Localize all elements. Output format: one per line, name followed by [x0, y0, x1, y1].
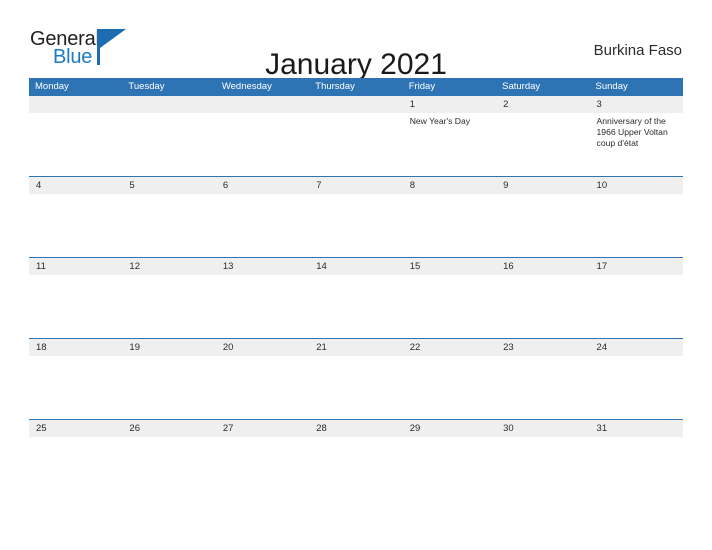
region-label: Burkina Faso: [593, 42, 682, 59]
day-number-8[interactable]: 8: [403, 177, 496, 194]
blue-flag-triangle-icon: [100, 29, 126, 48]
day-number-9[interactable]: 9: [496, 177, 589, 194]
day-number-empty: [122, 96, 215, 113]
day-event-empty: [590, 356, 683, 418]
day-event-empty: [216, 275, 309, 337]
calendar-week-row: 25 26 27 28 29 30 31: [29, 419, 683, 500]
day-event-empty: [216, 194, 309, 256]
day-number-12[interactable]: 12: [122, 258, 215, 275]
date-number-strip: 4 5 6 7 8 9 10: [29, 177, 683, 194]
day-number-31[interactable]: 31: [590, 420, 683, 437]
day-number-6[interactable]: 6: [216, 177, 309, 194]
weekday-header-row: Monday Tuesday Wednesday Thursday Friday Satu…: [29, 78, 683, 96]
day-event-empty: [122, 275, 215, 337]
day-event-empty: [122, 437, 215, 499]
day-event-empty: [496, 275, 589, 337]
day-event-empty: [496, 437, 589, 499]
day-event-empty: [29, 437, 122, 499]
date-number-strip: 18 19 20 21 22 23 24: [29, 339, 683, 356]
day-event-empty: [403, 437, 496, 499]
calendar-week-row: 1 2 3 New Year's Day Anniversary of the 1966…: [29, 96, 683, 176]
calendar-grid: Monday Tuesday Wednesday Thursday Friday Satu…: [29, 78, 683, 500]
day-event-empty: [216, 437, 309, 499]
day-event-empty: [309, 194, 402, 256]
day-number-5[interactable]: 5: [122, 177, 215, 194]
date-number-strip: 123: [29, 96, 683, 113]
weekday-header-friday: Friday: [408, 81, 436, 92]
day-event-empty: [122, 113, 215, 175]
day-number-empty: [309, 96, 402, 113]
day-event-empty: [29, 194, 122, 256]
day-number-26[interactable]: 26: [122, 420, 215, 437]
calendar-weeks: 1 2 3 New Year's Day Anniversary of the 1966…: [29, 96, 683, 500]
weekday-header-monday: Monday: [35, 81, 69, 92]
weekday-header-saturday: Saturday: [502, 81, 541, 92]
day-number-empty: [216, 96, 309, 113]
weekday-header-thursday: Thursday: [315, 81, 355, 92]
day-event-empty: [590, 194, 683, 256]
calendar-week-row: 18 19 20 21 22 23 24: [29, 338, 683, 419]
day-number-24[interactable]: 24: [590, 339, 683, 356]
weekday-header-sunday: Sunday: [595, 81, 628, 92]
day-number-4[interactable]: 4: [29, 177, 122, 194]
day-number-18[interactable]: 18: [29, 339, 122, 356]
day-event-empty: [403, 356, 496, 418]
day-event-empty: [216, 113, 309, 175]
day-number-22[interactable]: 22: [403, 339, 496, 356]
day-event-empty: [590, 275, 683, 337]
day-number-14[interactable]: 14: [309, 258, 402, 275]
day-event-empty: [496, 356, 589, 418]
event-text-strip: [29, 437, 683, 499]
day-number-28[interactable]: 28: [309, 420, 402, 437]
day-number-20[interactable]: 20: [216, 339, 309, 356]
calendar-week-row: 4 5 6 7 8 9 10: [29, 176, 683, 257]
event-text-strip: [29, 194, 683, 256]
day-number-10[interactable]: 10: [590, 177, 683, 194]
event-text-strip: New Year's Day Anniversary of the 1966 Up…: [29, 113, 683, 175]
day-event-empty: [29, 113, 122, 175]
day-event-empty: [122, 356, 215, 418]
day-event-empty: [590, 437, 683, 499]
event-text-strip: [29, 356, 683, 418]
day-event-3[interactable]: Anniversary of the 1966 Upper Voltan cou…: [590, 113, 683, 175]
day-event-empty: [309, 356, 402, 418]
weekday-header-wednesday: Wednesday: [221, 81, 272, 92]
day-number-13[interactable]: 13: [216, 258, 309, 275]
day-number-2[interactable]: 2: [496, 96, 589, 113]
day-event-empty: [309, 437, 402, 499]
day-number-27[interactable]: 27: [216, 420, 309, 437]
calendar-week-row: 11 12 13 14 15 16 17: [29, 257, 683, 338]
page-header: General Blue January 2021 Burkina Faso: [0, 0, 712, 81]
day-event-empty: [403, 275, 496, 337]
day-event-empty: [29, 275, 122, 337]
day-number-19[interactable]: 19: [122, 339, 215, 356]
day-number-11[interactable]: 11: [29, 258, 122, 275]
day-number-17[interactable]: 17: [590, 258, 683, 275]
day-event-empty: [309, 275, 402, 337]
day-number-empty: [29, 96, 122, 113]
day-event-empty: [403, 194, 496, 256]
event-text-strip: [29, 275, 683, 337]
day-number-29[interactable]: 29: [403, 420, 496, 437]
day-event-empty: [29, 356, 122, 418]
day-number-7[interactable]: 7: [309, 177, 402, 194]
day-event-empty: [122, 194, 215, 256]
day-event-empty: [309, 113, 402, 175]
weekday-header-tuesday: Tuesday: [128, 81, 165, 92]
day-event-1[interactable]: New Year's Day: [403, 113, 496, 175]
day-number-23[interactable]: 23: [496, 339, 589, 356]
day-number-1[interactable]: 1: [403, 96, 496, 113]
day-number-21[interactable]: 21: [309, 339, 402, 356]
day-event-empty: [496, 194, 589, 256]
day-number-30[interactable]: 30: [496, 420, 589, 437]
day-number-3[interactable]: 3: [590, 96, 683, 113]
date-number-strip: 25 26 27 28 29 30 31: [29, 420, 683, 437]
date-number-strip: 11 12 13 14 15 16 17: [29, 258, 683, 275]
day-event-empty: [216, 356, 309, 418]
day-number-15[interactable]: 15: [403, 258, 496, 275]
day-number-16[interactable]: 16: [496, 258, 589, 275]
day-number-25[interactable]: 25: [29, 420, 122, 437]
day-event-empty: [496, 113, 589, 175]
